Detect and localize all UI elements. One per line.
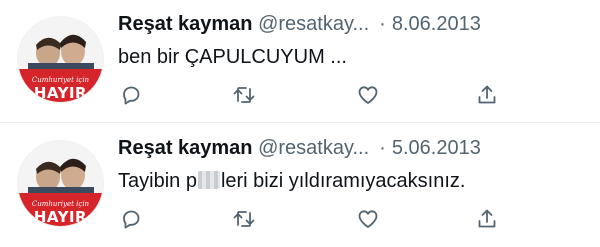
share-icon [478, 85, 496, 104]
avatar-caption-big: HAYIR [33, 208, 88, 226]
like-button[interactable] [355, 206, 381, 232]
tweet-date[interactable]: 5.06.2013 [392, 137, 481, 159]
tweet-text-part: ben bir ÇAPULCUYUM ... [118, 46, 347, 68]
like-icon [358, 86, 378, 104]
reply-button[interactable] [118, 82, 144, 108]
tweet-text: ben bir ÇAPULCUYUM ... [118, 44, 347, 70]
author-name[interactable]: Reşat kayman [118, 137, 253, 159]
tweet-divider [0, 122, 600, 123]
separator-dot: · [379, 13, 386, 35]
share-button[interactable] [474, 206, 500, 232]
author-handle[interactable]: @resatkay... [258, 137, 369, 159]
like-icon [358, 210, 378, 228]
separator-dot: · [379, 137, 386, 159]
tweet-timeline: Cumhuriyet için HAYIR Reşat kayman @resa… [0, 0, 600, 247]
avatar[interactable]: Cumhuriyet için HAYIR [17, 16, 104, 103]
author-name[interactable]: Reşat kayman [118, 13, 253, 35]
tweet-header: Reşat kayman @resatkay... · 8.06.2013 [118, 12, 481, 36]
retweet-icon [233, 87, 255, 103]
share-icon [478, 209, 496, 228]
retweet-button[interactable] [231, 82, 257, 108]
avatar-caption-small: Cumhuriyet için [31, 76, 90, 84]
censored-word [197, 171, 220, 189]
avatar[interactable]: Cumhuriyet için HAYIR [17, 140, 104, 227]
avatar-caption-small: Cumhuriyet için [31, 200, 90, 208]
tweet-text-part: Tayibin p [118, 170, 197, 192]
tweet[interactable]: Cumhuriyet için HAYIR Reşat kayman @resa… [0, 0, 600, 123]
retweet-button[interactable] [231, 206, 257, 232]
tweet-text: Tayibin p leri bizi yıldıramıyacaksınız. [118, 168, 465, 194]
author-handle[interactable]: @resatkay... [258, 13, 369, 35]
retweet-icon [233, 211, 255, 227]
tweet-date[interactable]: 8.06.2013 [392, 13, 481, 35]
tweet-header: Reşat kayman @resatkay... · 5.06.2013 [118, 136, 481, 160]
tweet-actions [118, 206, 498, 232]
avatar-caption-big: HAYIR [33, 84, 88, 102]
tweet[interactable]: Cumhuriyet için HAYIR Reşat kayman @resa… [0, 124, 600, 247]
reply-icon [123, 86, 140, 105]
share-button[interactable] [474, 82, 500, 108]
like-button[interactable] [355, 82, 381, 108]
reply-icon [123, 210, 140, 229]
tweet-actions [118, 82, 498, 108]
reply-button[interactable] [118, 206, 144, 232]
tweet-text-part: leri bizi yıldıramıyacaksınız. [220, 170, 466, 192]
